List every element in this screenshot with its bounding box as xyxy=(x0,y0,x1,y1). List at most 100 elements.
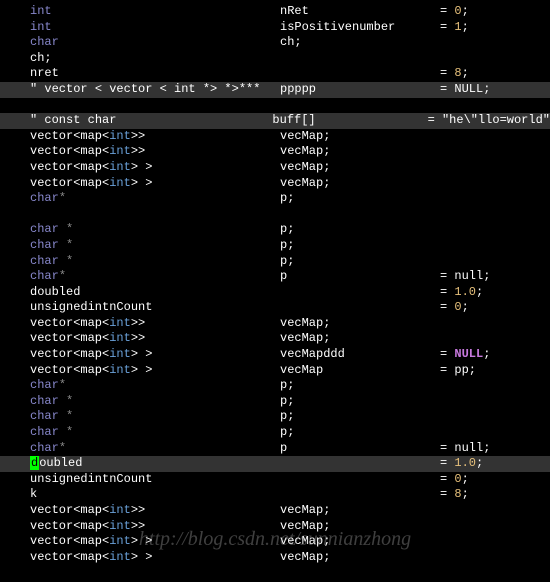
code-token: = null; xyxy=(440,269,490,283)
code-token: vector<map< xyxy=(30,144,109,158)
code-token: ; xyxy=(462,4,469,18)
code-token: char xyxy=(30,254,59,268)
code-token: = xyxy=(440,66,454,80)
code-token: >> xyxy=(131,519,145,533)
code-token: > > xyxy=(131,363,153,377)
code-token: * xyxy=(66,222,73,236)
code-token: * xyxy=(66,238,73,252)
code-line: char * p; xyxy=(0,254,550,270)
code-line: doubled= 1.0; xyxy=(0,285,550,301)
code-line: unsignedintnCount= 0; xyxy=(0,300,550,316)
code-token: * xyxy=(66,254,73,268)
code-line xyxy=(0,207,550,223)
code-token: vecMap; xyxy=(280,316,330,330)
code-token: ; xyxy=(483,347,490,361)
code-line: char *p; xyxy=(0,425,550,441)
code-token: = NULL; xyxy=(440,82,490,96)
code-token: > > xyxy=(131,534,153,548)
code-token: int xyxy=(109,160,131,174)
code-token: = xyxy=(440,300,454,314)
code-line: charch; xyxy=(0,35,550,51)
code-line: vector<map<int> >vecMapddd= NULL; xyxy=(0,347,550,363)
code-token: nRet xyxy=(280,4,309,18)
code-token: = xyxy=(440,20,454,34)
code-token: char xyxy=(30,394,59,408)
code-token: int xyxy=(109,129,131,143)
code-token: 0 xyxy=(454,4,461,18)
code-token: char xyxy=(30,191,59,205)
code-token: vector<map< xyxy=(30,331,109,345)
code-token xyxy=(59,409,66,423)
code-token: char xyxy=(30,238,59,252)
code-token: "he\"llo=world" xyxy=(442,113,550,127)
code-token: ; xyxy=(462,472,469,486)
code-token: vecMap; xyxy=(280,129,330,143)
code-token: char xyxy=(30,35,59,49)
code-token: char xyxy=(30,222,59,236)
code-token: * xyxy=(66,394,73,408)
code-token: int xyxy=(109,534,131,548)
code-token: vector<map< xyxy=(30,160,109,174)
code-token: unsignedintnCount xyxy=(30,472,152,486)
code-token: char xyxy=(30,269,59,283)
code-token: vecMap xyxy=(280,363,323,377)
code-token: nret xyxy=(30,66,59,80)
code-line: unsignedintnCount= 0; xyxy=(0,472,550,488)
code-token: p; xyxy=(280,254,294,268)
code-token: = xyxy=(440,487,454,501)
code-line: nret= 8; xyxy=(0,66,550,82)
code-token: p; xyxy=(280,238,294,252)
code-line: char *p; xyxy=(0,409,550,425)
code-token: * xyxy=(59,441,66,455)
code-token: 1.0 xyxy=(454,285,476,299)
code-token: ; xyxy=(462,487,469,501)
code-line: intnRet= 0; xyxy=(0,4,550,20)
code-token: buff[] xyxy=(272,113,315,127)
code-token: = xyxy=(440,4,454,18)
code-token: int xyxy=(109,331,131,345)
code-token: ch; xyxy=(30,51,52,65)
code-line: vector<map<int> >vecMap= pp; xyxy=(0,363,550,379)
code-line: intisPositivenumber= 1; xyxy=(0,20,550,36)
code-line: char* p; xyxy=(0,191,550,207)
code-token: ; xyxy=(462,300,469,314)
code-token: p; xyxy=(280,222,294,236)
code-token: p; xyxy=(280,409,294,423)
code-token: 1 xyxy=(454,20,461,34)
code-token: = xyxy=(428,113,442,127)
code-token: NULL xyxy=(454,347,483,361)
code-token: p xyxy=(280,441,287,455)
code-line: doubled= 1.0; xyxy=(0,456,550,472)
code-line: vector<map<int>>vecMap; xyxy=(0,316,550,332)
code-token: char xyxy=(30,441,59,455)
code-token: vector<map< xyxy=(30,550,109,564)
code-token: * xyxy=(66,425,73,439)
code-token: vecMap; xyxy=(280,160,330,174)
code-token: = xyxy=(440,347,454,361)
code-token: 0 xyxy=(454,300,461,314)
code-token: * xyxy=(59,191,66,205)
code-token: ; xyxy=(462,66,469,80)
code-token: vector < vector < int *> *>*** xyxy=(37,82,260,96)
code-token: vecMapddd xyxy=(280,347,345,361)
code-token: 8 xyxy=(454,487,461,501)
code-line: char * p; xyxy=(0,222,550,238)
code-token: int xyxy=(109,347,131,361)
code-token: p; xyxy=(280,191,294,205)
code-line: char * p; xyxy=(0,394,550,410)
code-token: const char xyxy=(37,113,116,127)
code-token: = null; xyxy=(440,441,490,455)
code-token: int xyxy=(109,550,131,564)
code-token: int xyxy=(109,316,131,330)
code-editor[interactable]: intnRet= 0;intisPositivenumber= 1;charch… xyxy=(0,4,550,565)
code-token: char xyxy=(30,378,59,392)
code-line: vector<map<int>>vecMap; xyxy=(0,144,550,160)
code-token xyxy=(59,238,66,252)
code-token: vector<map< xyxy=(30,503,109,517)
code-token: int xyxy=(30,20,52,34)
code-token: p xyxy=(280,269,287,283)
code-token: p; xyxy=(280,394,294,408)
code-token: vecMap; xyxy=(280,176,330,190)
code-token: k xyxy=(30,487,37,501)
code-line: k = 8; xyxy=(0,487,550,503)
